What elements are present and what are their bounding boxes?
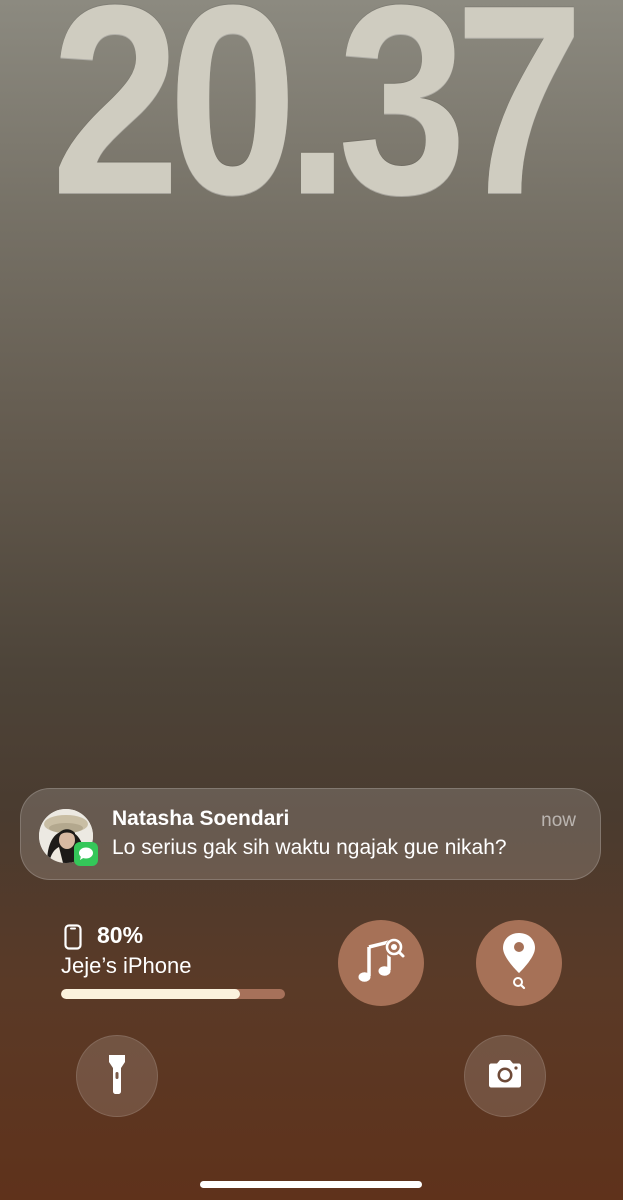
flashlight-icon — [106, 1053, 128, 1100]
home-indicator[interactable] — [200, 1181, 422, 1188]
notification-time: now — [541, 810, 576, 831]
battery-widget[interactable]: 80% Jeje’s iPhone — [60, 922, 290, 1012]
notification-sender: Natasha Soendari — [112, 807, 290, 830]
message-notification[interactable]: Natasha Soendari now Lo serius gak sih w… — [20, 788, 601, 880]
messages-icon — [74, 842, 98, 866]
battery-percent: 80% — [97, 922, 144, 948]
flashlight-button[interactable] — [76, 1035, 158, 1117]
battery-level-fill — [61, 989, 241, 999]
lock-screen: 20.37 Natasha Soendari now Lo serius gak… — [0, 0, 623, 1200]
camera-button[interactable] — [464, 1035, 546, 1117]
music-search-icon — [355, 935, 407, 992]
music-recognition-widget[interactable] — [338, 920, 424, 1006]
notification-message: Lo serius gak sih waktu ngajak gue nikah… — [112, 836, 507, 859]
find-my-widget[interactable] — [476, 920, 562, 1006]
camera-icon — [486, 1059, 524, 1094]
device-name: Jeje’s iPhone — [61, 953, 192, 978]
lock-screen-clock: 20.37 — [51, 0, 584, 251]
location-search-icon — [497, 931, 541, 996]
battery-level-bar — [61, 989, 285, 999]
iphone-icon — [64, 924, 82, 955]
